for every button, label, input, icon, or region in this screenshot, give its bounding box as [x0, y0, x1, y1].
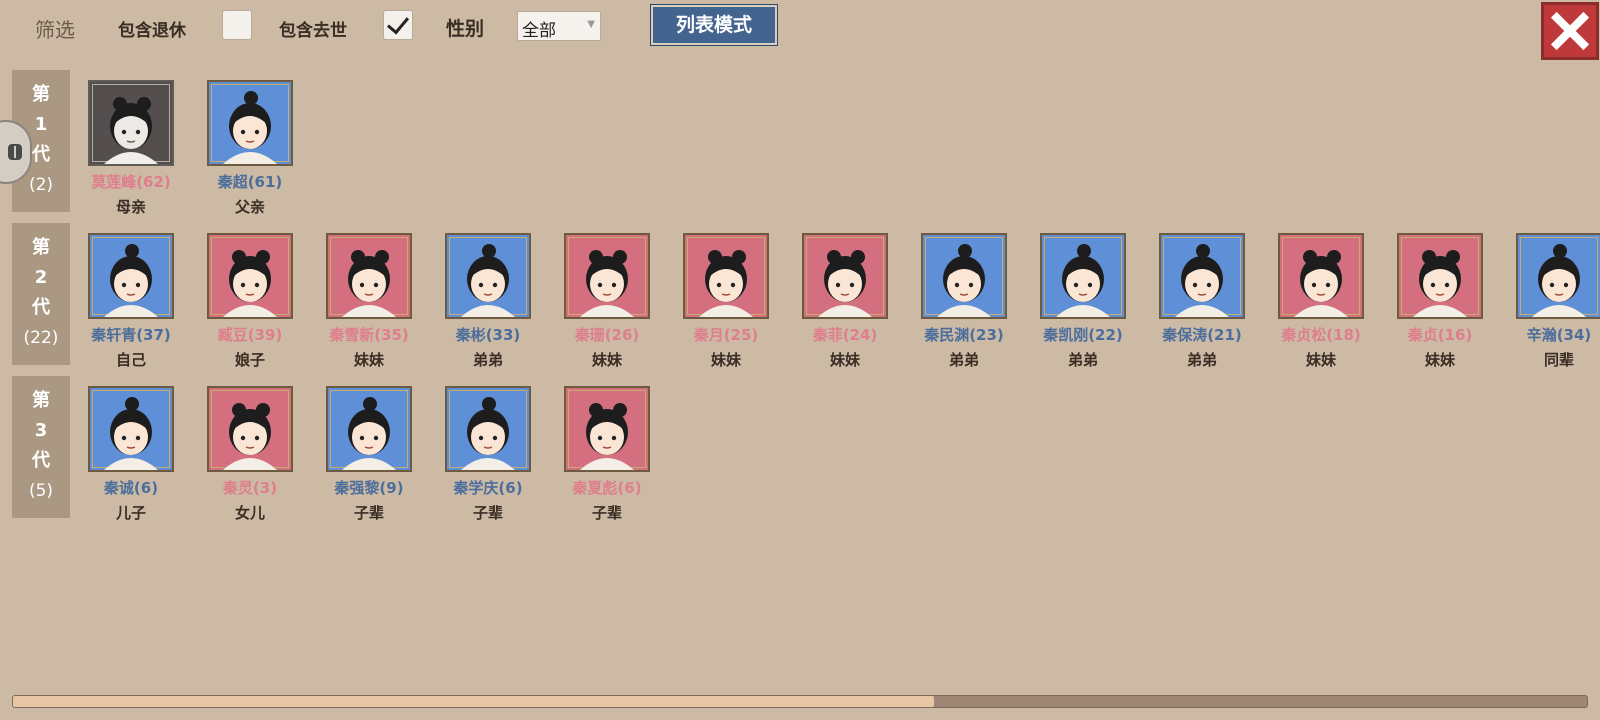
member-relation: 儿子 [115, 504, 146, 522]
member-portrait[interactable] [326, 233, 412, 319]
gender-label: 性别 [446, 18, 485, 40]
member-name: 秦保涛(21) [1162, 326, 1242, 344]
list-mode-button[interactable]: 列表模式 [650, 4, 778, 46]
member-name: 秦珊(26) [574, 326, 640, 344]
member-relation: 弟弟 [1186, 351, 1217, 369]
member-name: 秦贞松(18) [1281, 326, 1361, 344]
member-relation: 子辈 [472, 504, 503, 522]
member-portrait[interactable] [1159, 233, 1245, 319]
member-portrait[interactable] [1278, 233, 1364, 319]
member-relation: 妹妹 [591, 351, 622, 369]
member-portrait[interactable] [445, 386, 531, 472]
include-retired-label: 包含退休 [118, 21, 186, 41]
include-retired-checkbox[interactable] [222, 10, 252, 40]
member-relation: 妹妹 [1424, 351, 1455, 369]
member-portrait[interactable] [207, 80, 293, 166]
member-name: 秦菲(24) [812, 326, 878, 344]
generation-label-3: 第 3 代 (5) [12, 376, 70, 518]
member-relation: 妹妹 [710, 351, 741, 369]
member-portrait[interactable] [802, 233, 888, 319]
pause-icon [8, 144, 22, 160]
member-relation: 弟弟 [1067, 351, 1098, 369]
member-name: 莫莲峰(62) [91, 173, 171, 191]
member-name: 秦轩青(37) [91, 326, 171, 344]
member-portrait[interactable] [88, 80, 174, 166]
member-name: 秦灵(3) [222, 479, 278, 497]
include-deceased-label: 包含去世 [279, 21, 347, 41]
filter-title: 筛选 [35, 18, 75, 42]
member-relation: 父亲 [234, 198, 265, 216]
gender-select[interactable]: 全部 ▼ [517, 11, 601, 41]
member-portrait[interactable] [445, 233, 531, 319]
close-button[interactable] [1541, 2, 1599, 60]
member-portrait[interactable] [1397, 233, 1483, 319]
chevron-down-icon: ▼ [587, 19, 595, 30]
member-portrait[interactable] [88, 233, 174, 319]
member-portrait[interactable] [88, 386, 174, 472]
member-relation: 弟弟 [472, 351, 503, 369]
generation-count: (5) [28, 481, 54, 501]
member-name: 秦雪新(35) [329, 326, 409, 344]
generation-label-2: 第 2 代 (22) [12, 223, 70, 365]
member-portrait[interactable] [564, 386, 650, 472]
member-relation: 子辈 [591, 504, 622, 522]
member-name: 秦夏彪(6) [572, 479, 642, 497]
horizontal-scrollbar[interactable] [12, 695, 1588, 708]
member-relation: 自己 [115, 351, 146, 369]
member-name: 秦学庆(6) [453, 479, 523, 497]
member-relation: 弟弟 [948, 351, 979, 369]
member-relation: 妹妹 [1305, 351, 1336, 369]
member-name: 秦月(25) [693, 326, 759, 344]
member-relation: 子辈 [353, 504, 384, 522]
member-relation: 母亲 [115, 198, 146, 216]
member-portrait[interactable] [207, 386, 293, 472]
member-name: 秦彬(33) [455, 326, 521, 344]
member-name: 秦诚(6) [103, 479, 159, 497]
member-name: 臧豆(39) [217, 326, 283, 344]
gender-select-value: 全部 [522, 21, 556, 41]
member-name: 秦贞(16) [1407, 326, 1473, 344]
member-name: 秦民渊(23) [924, 326, 1004, 344]
member-name: 秦超(61) [217, 173, 283, 191]
member-relation: 女儿 [234, 504, 265, 522]
scrollbar-thumb[interactable] [13, 696, 934, 707]
checkmark-icon [386, 11, 410, 35]
member-portrait[interactable] [1516, 233, 1600, 319]
member-portrait[interactable] [1040, 233, 1126, 319]
member-portrait[interactable] [207, 233, 293, 319]
member-relation: 妹妹 [353, 351, 384, 369]
member-portrait[interactable] [921, 233, 1007, 319]
generation-count: (22) [23, 328, 59, 348]
member-portrait[interactable] [683, 233, 769, 319]
member-relation: 娘子 [234, 351, 265, 369]
include-deceased-checkbox[interactable] [383, 10, 413, 40]
member-name: 辛瀚(34) [1526, 326, 1592, 344]
member-relation: 同辈 [1543, 351, 1574, 369]
filter-bar: 筛选 包含退休 包含去世 性别 全部 ▼ 列表模式 [0, 0, 1600, 60]
member-relation: 妹妹 [829, 351, 860, 369]
member-portrait[interactable] [564, 233, 650, 319]
member-name: 秦强黎(9) [334, 479, 404, 497]
member-portrait[interactable] [326, 386, 412, 472]
member-name: 秦凯刚(22) [1043, 326, 1123, 344]
